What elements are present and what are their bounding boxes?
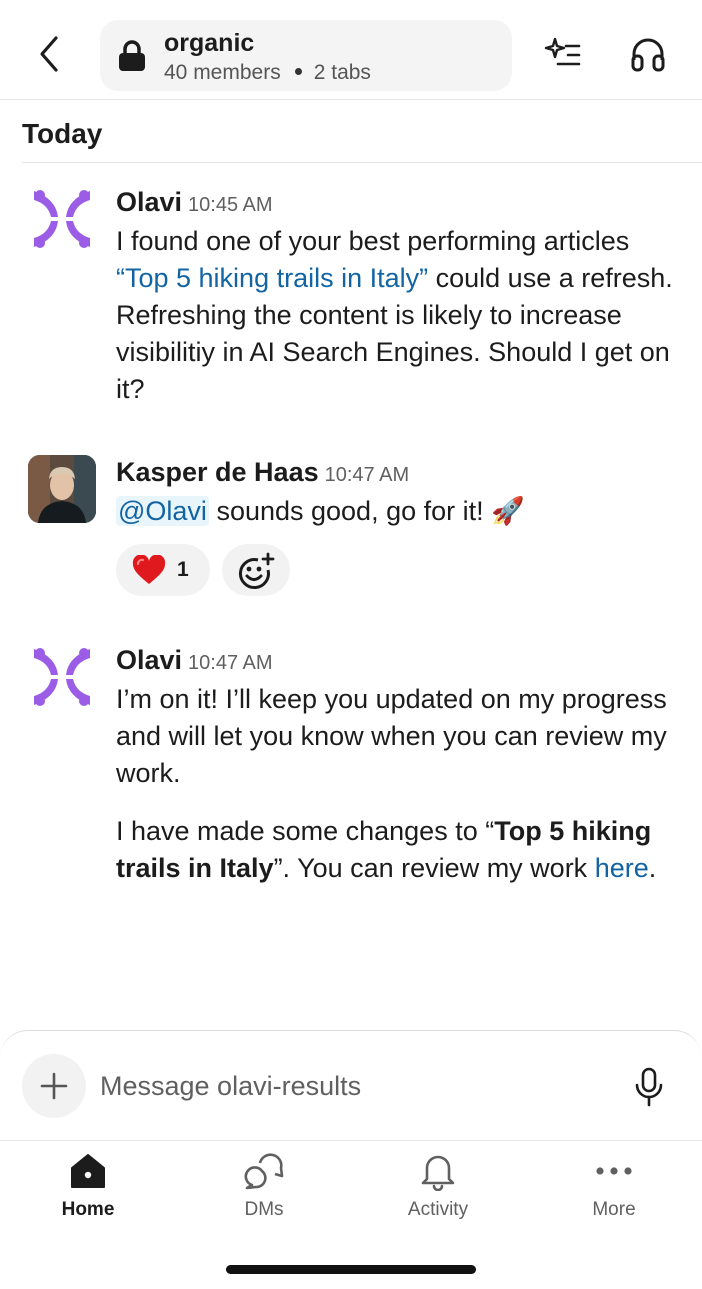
message-header: Olavi 10:47 AM [116, 645, 676, 681]
message-body: Kasper de Haas 10:47 AM @Olavi sounds goo… [116, 457, 676, 598]
reaction-count: 1 [177, 558, 189, 581]
nav-label: Home [61, 1199, 115, 1220]
olavi-logo-avatar[interactable] [28, 643, 96, 711]
microphone-button[interactable] [632, 1067, 666, 1107]
add-reaction-button[interactable] [222, 544, 290, 596]
user-photo [28, 455, 96, 523]
add-emoji-icon [239, 552, 275, 589]
olavi-logo-avatar[interactable] [28, 185, 96, 253]
lock-icon [119, 40, 145, 71]
attach-button[interactable] [22, 1054, 86, 1118]
text-segment: sounds good, go for it! 🚀 [208, 496, 525, 526]
author-name[interactable]: Olavi [116, 645, 182, 675]
message-text: I’m on it! I’ll keep you updated on my p… [116, 684, 667, 788]
nav-dms[interactable]: DMs [204, 1151, 324, 1241]
text-segment: . [648, 853, 657, 883]
author-name[interactable]: Kasper de Haas [116, 457, 319, 487]
more-dots-icon [596, 1167, 632, 1175]
plus-icon [40, 1072, 68, 1100]
review-link[interactable]: here [595, 853, 649, 883]
tab-count: 2 tabs [313, 61, 371, 84]
bell-icon [421, 1155, 455, 1191]
message-body: Olavi 10:47 AM I’m on it! I’ll keep you u… [116, 645, 676, 887]
nav-more[interactable]: More [554, 1151, 674, 1241]
ai-summary-button[interactable] [544, 34, 584, 74]
member-count: 40 members [164, 61, 281, 84]
message-composer [0, 1030, 702, 1140]
divider [22, 162, 702, 163]
nav-label: More [592, 1199, 636, 1220]
reactions-bar: 1 [116, 544, 676, 598]
user-avatar[interactable] [28, 455, 96, 523]
mention-olavi[interactable]: @Olavi [116, 496, 209, 526]
message-text: I found one of your best performing arti… [116, 223, 676, 408]
home-icon [71, 1154, 105, 1188]
heart-icon [132, 555, 166, 584]
channel-info-button[interactable]: organic 40 members 2 tabs [100, 20, 512, 91]
timestamp: 10:45 AM [188, 194, 273, 216]
separator-dot [294, 68, 302, 76]
timestamp: 10:47 AM [188, 652, 273, 674]
nav-home[interactable]: Home [28, 1151, 148, 1241]
text-segment: I found one of your best performing arti… [116, 226, 630, 256]
timestamp: 10:47 AM [324, 464, 410, 486]
message-text: @Olavi sounds good, go for it! 🚀 [116, 493, 676, 530]
date-divider-label: Today [22, 118, 103, 149]
channel-header: organic 40 members 2 tabs [0, 0, 702, 100]
huddle-button[interactable] [628, 34, 668, 74]
home-indicator [226, 1265, 476, 1274]
chevron-left-icon [40, 36, 58, 72]
sparkle-list-icon [544, 37, 581, 66]
message-header: Kasper de Haas 10:47 AM [116, 457, 676, 493]
dms-icon [244, 1153, 284, 1190]
heart-reaction[interactable]: 1 [116, 544, 210, 596]
nav-label: Activity [407, 1199, 469, 1220]
message-text: I have made some changes to “Top 5 hikin… [116, 813, 676, 887]
author-name[interactable]: Olavi [116, 187, 182, 217]
text-segment: I have made some changes to “ [116, 816, 495, 846]
message-input[interactable] [100, 1061, 600, 1111]
nav-label: DMs [244, 1199, 284, 1220]
nav-activity[interactable]: Activity [378, 1151, 498, 1241]
message-header: Olavi 10:45 AM [116, 187, 676, 223]
back-button[interactable] [30, 32, 70, 76]
article-link[interactable]: “Top 5 hiking trails in Italy” [116, 263, 428, 293]
channel-name: organic [164, 29, 255, 57]
text-segment: ”. You can review my work [273, 853, 595, 883]
message-body: Olavi 10:45 AM I found one of your best p… [116, 187, 676, 408]
headphones-icon [631, 38, 665, 72]
microphone-icon [635, 1067, 663, 1107]
channel-meta: 40 members 2 tabs [164, 61, 371, 85]
